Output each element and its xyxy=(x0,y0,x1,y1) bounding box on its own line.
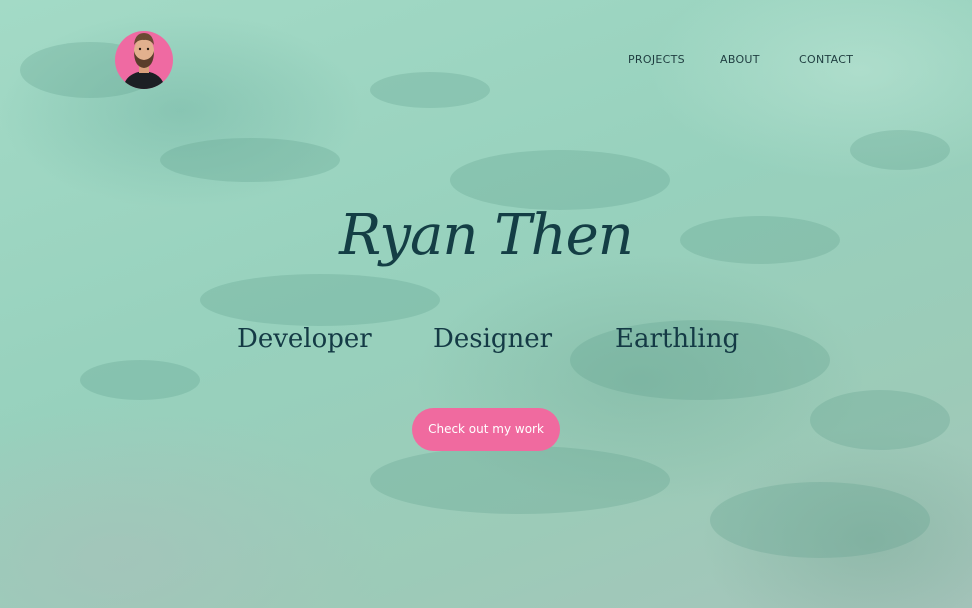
role-earthling: Earthling xyxy=(615,324,740,354)
nav-link-projects[interactable]: PROJECTS xyxy=(628,52,685,68)
role-designer: Designer xyxy=(433,324,553,354)
site-header: PROJECTS ABOUT CONTACT xyxy=(0,0,972,120)
role-developer: Developer xyxy=(237,324,372,354)
avatar[interactable] xyxy=(115,29,173,89)
check-out-work-button[interactable]: Check out my work xyxy=(412,408,560,451)
nav-link-about[interactable]: ABOUT xyxy=(720,52,760,68)
roles-list: Developer Designer Earthling xyxy=(0,320,972,360)
hero-title: Ryan Then xyxy=(339,203,634,268)
nav-link-contact[interactable]: CONTACT xyxy=(799,52,853,68)
